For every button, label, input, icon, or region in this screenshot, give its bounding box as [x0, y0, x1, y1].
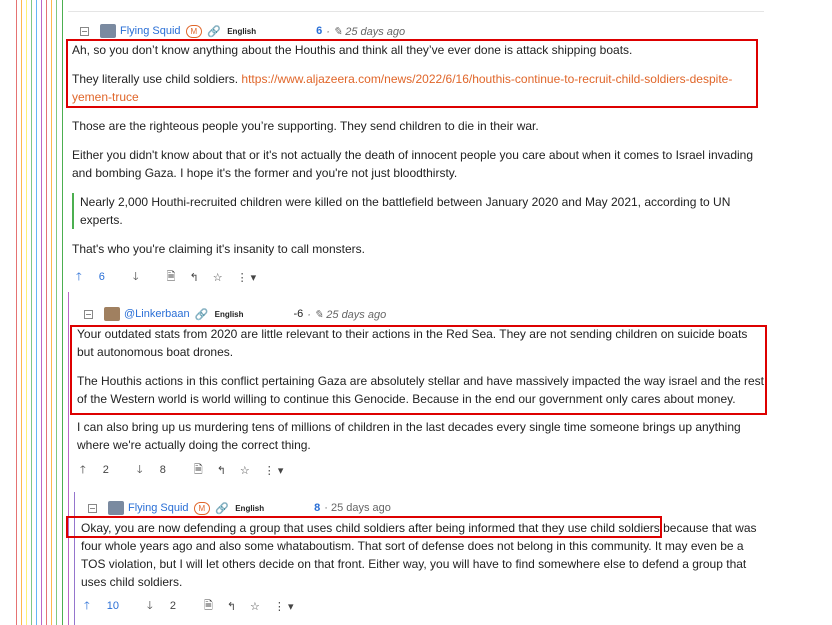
thread-line — [26, 0, 27, 625]
username-link[interactable]: Flying Squid — [128, 502, 189, 514]
thread-line — [68, 292, 69, 625]
score: -6 — [293, 308, 304, 320]
avatar[interactable] — [108, 501, 124, 515]
arrow-up-icon: 🡑 — [76, 271, 82, 283]
language-label: English — [235, 503, 265, 513]
thread-line — [74, 492, 75, 625]
language-label: English — [227, 26, 257, 36]
moderator-badge: M — [185, 24, 203, 38]
document-icon[interactable]: 🗎 — [167, 268, 176, 287]
more-icon[interactable]: ⋮ ▾ — [264, 464, 284, 477]
comment-actions: 🡑 10 🡓 2 🗎 ↰ ☆ ⋮ ▾ — [84, 597, 308, 616]
top-divider — [68, 11, 764, 12]
score: 6 — [316, 25, 323, 37]
star-icon[interactable]: ☆ — [250, 600, 260, 613]
reply-icon[interactable]: ↰ — [190, 271, 199, 284]
comment-header: @Linkerbaan 🔗 English -6 · ✎ 25 days ago — [84, 305, 386, 323]
arrow-down-icon: 🡓 — [132, 271, 139, 283]
downvote-count: 2 — [169, 600, 176, 612]
arrow-down-icon: 🡓 — [147, 600, 153, 612]
timestamp: · ✎ 25 days ago — [307, 308, 387, 321]
collapse-icon[interactable] — [80, 26, 89, 36]
comment-paragraph: I can also bring up us murdering tens of… — [77, 420, 741, 452]
blockquote: Nearly 2,000 Houthi-recruited children w… — [72, 193, 762, 229]
thread-line — [41, 0, 42, 625]
thread-line — [36, 0, 37, 625]
highlight-box — [66, 39, 758, 108]
collapse-icon[interactable] — [88, 503, 97, 513]
thread-line — [62, 0, 63, 625]
star-icon[interactable]: ☆ — [213, 271, 223, 284]
upvote-button[interactable]: 🡑 10 — [84, 597, 133, 616]
document-icon[interactable]: 🗎 — [194, 461, 203, 480]
reply-icon[interactable]: ↰ — [227, 600, 236, 613]
upvote-count: 6 — [98, 271, 105, 283]
upvote-button[interactable]: 🡑 2 — [80, 461, 123, 480]
thread-line — [51, 0, 52, 625]
upvote-count: 2 — [102, 464, 109, 476]
star-icon[interactable]: ☆ — [240, 464, 250, 477]
more-icon[interactable]: ⋮ ▾ — [237, 271, 257, 284]
highlight-box — [70, 325, 767, 415]
document-icon[interactable]: 🗎 — [204, 597, 213, 616]
downvote-button[interactable]: 🡓 2 — [147, 597, 190, 616]
comment-paragraph: Either you didn't know about that or it'… — [72, 148, 754, 180]
timestamp: · 25 days ago — [324, 502, 391, 514]
downvote-button[interactable]: 🡓 — [133, 268, 153, 287]
username-link[interactable]: Flying Squid — [120, 25, 181, 37]
thread-line — [56, 0, 57, 625]
link-icon[interactable]: 🔗 — [215, 502, 229, 515]
highlight-box — [66, 516, 662, 538]
reply-icon[interactable]: ↰ — [217, 464, 226, 477]
comment-header: Flying Squid M 🔗 English 8 · 25 days ago — [88, 499, 391, 517]
downvote-count: 8 — [159, 464, 166, 476]
score: 8 — [314, 502, 321, 514]
arrow-up-icon: 🡑 — [84, 600, 90, 612]
comment-paragraph: Those are the righteous people you’re su… — [72, 119, 539, 133]
username-link[interactable]: @Linkerbaan — [124, 308, 190, 320]
thread-line — [21, 0, 22, 625]
upvote-button[interactable]: 🡑 6 — [76, 268, 119, 287]
avatar[interactable] — [104, 307, 120, 321]
avatar[interactable] — [100, 24, 116, 38]
more-icon[interactable]: ⋮ ▾ — [274, 600, 294, 613]
arrow-down-icon: 🡓 — [136, 464, 143, 476]
thread-line — [46, 0, 47, 625]
upvote-count: 10 — [106, 600, 120, 612]
comment-header: Flying Squid M 🔗 English 6 · ✎ 25 days a… — [80, 22, 405, 40]
downvote-button[interactable]: 🡓 8 — [137, 461, 180, 480]
link-icon[interactable]: 🔗 — [195, 308, 209, 321]
moderator-badge: M — [193, 501, 211, 515]
comment-actions: 🡑 2 🡓 8 🗎 ↰ ☆ ⋮ ▾ — [80, 461, 297, 480]
comment-actions: 🡑 6 🡓 🗎 ↰ ☆ ⋮ ▾ — [76, 268, 270, 287]
arrow-up-icon: 🡑 — [80, 464, 86, 476]
thread-line — [31, 0, 32, 625]
collapse-icon[interactable] — [84, 309, 93, 319]
thread-line — [16, 0, 17, 625]
comment-paragraph: That's who you're claiming it's insanity… — [72, 242, 365, 256]
timestamp: · ✎ 25 days ago — [326, 25, 406, 38]
language-label: English — [214, 309, 244, 319]
link-icon[interactable]: 🔗 — [207, 25, 221, 38]
